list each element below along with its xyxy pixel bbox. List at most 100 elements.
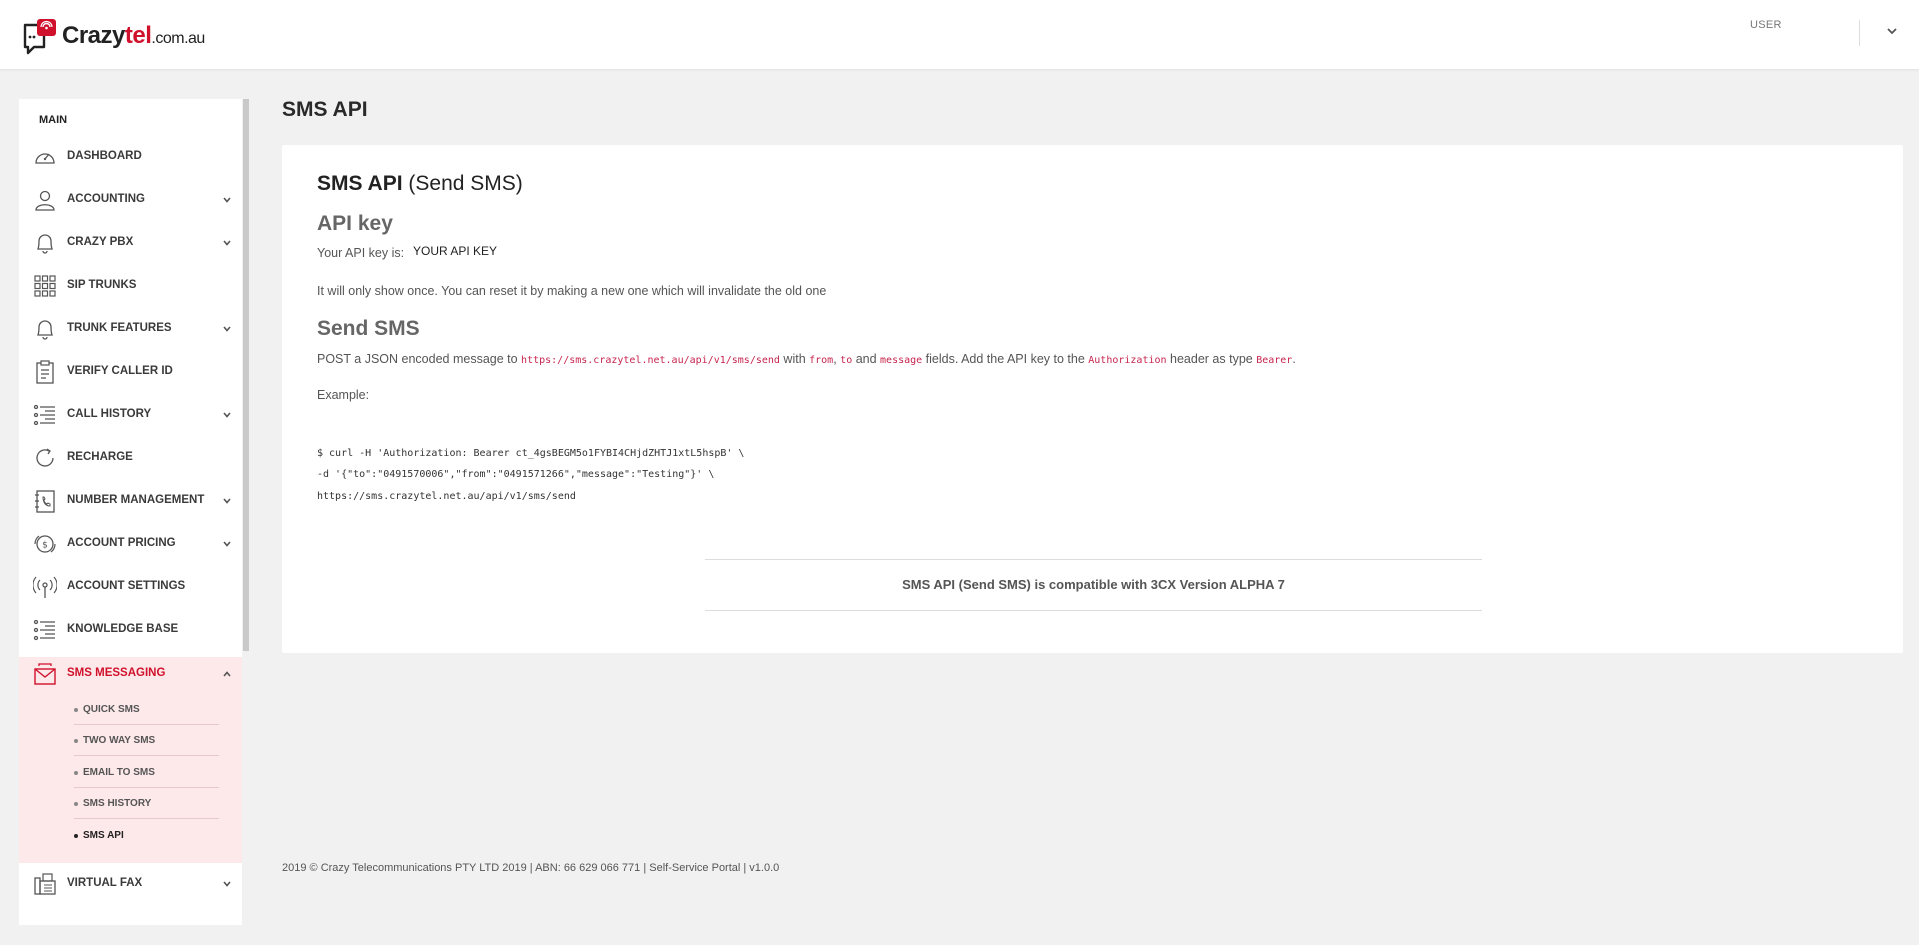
send-text: fields. Add the API key to the: [922, 352, 1089, 366]
refresh-icon: [36, 448, 54, 467]
header-divider: [1859, 20, 1860, 46]
sidebar-item-label: RECHARGE: [67, 451, 133, 463]
page-title: SMS API: [282, 98, 368, 121]
example-label: Example:: [317, 388, 370, 402]
sidebar-item-label: VIRTUAL FAX: [67, 877, 143, 889]
code-line-2: -d '{"to":"0491570006","from":"049157126…: [317, 469, 715, 480]
sidebar-item-recharge[interactable]: RECHARGE: [19, 436, 242, 479]
send-text: header as type: [1166, 352, 1257, 366]
sidebar-item-sip-trunks[interactable]: SIP TRUNKS: [19, 264, 242, 307]
sidebar-item-crazy-pbx[interactable]: CRAZY PBX: [19, 221, 242, 264]
antenna-icon: [33, 576, 57, 598]
bullet-icon: [74, 834, 78, 838]
sms-api-card: SMS API (Send SMS) API key Your API key …: [282, 145, 1903, 653]
subitem-label: SMS HISTORY: [83, 798, 152, 809]
sidebar-subitem-sms-history[interactable]: SMS HISTORY: [74, 789, 219, 819]
user-icon: [35, 190, 55, 211]
sidebar-subitem-quick-sms[interactable]: QUICK SMS: [74, 695, 219, 725]
send-sms-heading: Send SMS: [317, 317, 420, 340]
sidebar-subitem-sms-api[interactable]: SMS API: [74, 821, 219, 851]
chevron-down-icon: [223, 881, 231, 887]
sidebar-item-label: CRAZY PBX: [67, 236, 134, 248]
sidebar-item-label: NUMBER MANAGEMENT: [67, 494, 205, 506]
footer: 2019 © Crazy Telecommunications PTY LTD …: [282, 862, 780, 874]
sidebar-scrollbar[interactable]: [243, 99, 249, 651]
sidebar-item-label: VERIFY CALLER ID: [67, 365, 173, 377]
code-line-3: https://sms.crazytel.net.au/api/v1/sms/s…: [317, 491, 576, 502]
user-label[interactable]: USER: [1750, 19, 1782, 31]
send-text: POST a JSON encoded message to: [317, 352, 522, 366]
api-key-label: Your API key is:: [317, 246, 405, 260]
sidebar-subitem-email-to-sms[interactable]: EMAIL TO SMS: [74, 758, 219, 788]
compatibility-text: SMS API (Send SMS) is compatible with 3C…: [902, 577, 1285, 592]
crazytel-logo[interactable]: Crazytel.com.au: [22, 16, 205, 56]
send-text: with: [779, 352, 810, 366]
chevron-down-icon: [223, 326, 231, 332]
top-header: Crazytel.com.au USER: [0, 0, 1919, 70]
sidebar-item-number-management[interactable]: NUMBER MANAGEMENT: [19, 479, 242, 522]
sidebar-item-label: ACCOUNT PRICING: [67, 537, 176, 549]
logo-domain: .com.au: [151, 30, 205, 47]
chevron-down-icon: [223, 498, 231, 504]
sidebar-item-trunk-features[interactable]: TRUNK FEATURES: [19, 307, 242, 350]
subitem-label: QUICK SMS: [83, 704, 140, 715]
chevron-down-icon: [223, 412, 231, 418]
sidebar-item-label: SIP TRUNKS: [67, 279, 137, 291]
card-title: SMS API (Send SMS): [317, 172, 523, 196]
sidebar-item-call-history[interactable]: CALL HISTORY: [19, 393, 242, 436]
sidebar-item-dashboard[interactable]: DASHBOARD: [19, 135, 242, 178]
list-icon: [33, 404, 55, 426]
subitem-label: TWO WAY SMS: [83, 735, 156, 746]
chevron-down-icon: [223, 197, 231, 203]
sidebar-item-verify-caller-id[interactable]: VERIFY CALLER ID: [19, 350, 242, 393]
send-text: and: [852, 352, 881, 366]
sidebar-subitem-two-way-sms[interactable]: TWO WAY SMS: [74, 726, 219, 756]
card-title-bold: SMS API: [317, 172, 403, 195]
chevron-down-icon: [223, 240, 231, 246]
code-line-1: $ curl -H 'Authorization: Bearer ct_4gsB…: [317, 448, 745, 459]
phonebook-icon: [35, 490, 55, 513]
envelope-icon: [34, 663, 56, 685]
sidebar-item-sms-messaging[interactable]: SMS MESSAGING: [19, 652, 242, 695]
header-authorization: Authorization: [1088, 355, 1167, 366]
type-bearer: Bearer: [1256, 355, 1293, 366]
field-from: from: [809, 355, 834, 366]
sidebar-section-main: MAIN: [39, 114, 68, 126]
sidebar-item-account-settings[interactable]: ACCOUNT SETTINGS: [19, 565, 242, 608]
chevron-down-icon: [223, 541, 231, 547]
chat-bubble-logo-icon: [23, 19, 56, 55]
user-menu-chevron-down-icon[interactable]: [1885, 24, 1899, 38]
sidebar-item-virtual-fax[interactable]: VIRTUAL FAX: [19, 862, 242, 905]
bullet-icon: [74, 739, 78, 743]
send-sms-description: POST a JSON encoded message to https://s…: [317, 352, 1296, 366]
bullet-icon: [74, 802, 78, 806]
sidebar-item-accounting[interactable]: ACCOUNTING: [19, 178, 242, 221]
sidebar-item-account-pricing[interactable]: $ ACCOUNT PRICING: [19, 522, 242, 565]
bullet-icon: [74, 771, 78, 775]
compatibility-note: SMS API (Send SMS) is compatible with 3C…: [705, 559, 1482, 611]
api-key-value: YOUR API KEY: [413, 244, 498, 258]
sidebar-item-label: SMS MESSAGING: [67, 667, 166, 679]
field-message: message: [880, 355, 923, 366]
fax-icon: [34, 873, 56, 895]
sidebar-item-knowledge-base[interactable]: KNOWLEDGE BASE: [19, 608, 242, 651]
logo-accent: tel: [124, 22, 152, 49]
chevron-up-icon: [223, 671, 231, 677]
sidebar-item-label: ACCOUNT SETTINGS: [67, 580, 186, 592]
subitem-label: SMS API: [83, 830, 124, 841]
sidebar-item-label: CALL HISTORY: [67, 408, 152, 420]
api-key-heading: API key: [317, 212, 393, 235]
logo-main: Crazy: [62, 22, 125, 49]
speedometer-icon: [35, 153, 55, 164]
clipboard-icon: [36, 360, 54, 384]
subitem-label: EMAIL TO SMS: [83, 767, 155, 778]
sidebar: MAIN DASHBOARD ACCOUNTING CRAZY PBX SIP …: [19, 99, 242, 925]
bell-icon: [37, 234, 53, 254]
endpoint-url: https://sms.crazytel.net.au/api/v1/sms/s…: [521, 355, 780, 366]
sidebar-item-label: TRUNK FEATURES: [67, 322, 172, 334]
bullet-icon: [74, 708, 78, 712]
api-key-note: It will only show once. You can reset it…: [317, 284, 827, 298]
svg-text:$: $: [42, 541, 48, 551]
sidebar-item-label: DASHBOARD: [67, 150, 142, 162]
send-text: .: [1292, 352, 1296, 366]
